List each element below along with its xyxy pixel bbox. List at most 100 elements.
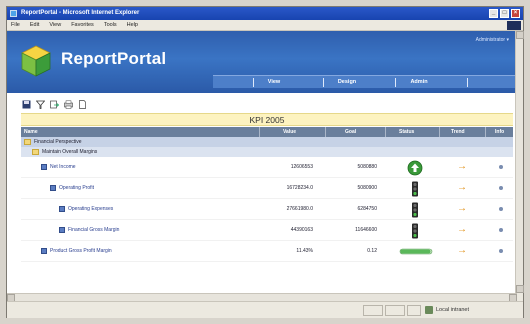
app-banner: ReportPortal Administrator ▾ View Design…	[7, 31, 517, 93]
intranet-zone-icon	[425, 306, 433, 314]
menu-bar: File Edit View Favorites Tools Help	[7, 20, 523, 31]
main-nav: View Design Admin	[213, 75, 517, 88]
user-menu[interactable]: Administrator ▾	[476, 37, 509, 43]
kpi-value: 44390163	[290, 227, 313, 233]
nav-separator	[323, 78, 324, 87]
filter-icon[interactable]	[35, 99, 45, 109]
info-icon[interactable]	[499, 228, 503, 232]
table-row[interactable]: Financial Gross Margin 44390163 11646600…	[21, 220, 513, 241]
group-label: Maintain Overall Margins	[42, 149, 98, 155]
minimize-button[interactable]: _	[489, 9, 498, 18]
kpi-icon	[59, 227, 65, 233]
nav-separator	[395, 78, 396, 87]
scroll-up-arrow-icon[interactable]	[516, 31, 524, 39]
scroll-down-arrow-icon[interactable]	[516, 285, 524, 293]
export-icon[interactable]	[49, 99, 59, 109]
menu-file[interactable]: File	[11, 20, 20, 30]
info-icon[interactable]	[499, 165, 503, 169]
vertical-scrollbar[interactable]	[515, 31, 524, 293]
browser-window: ReportPortal - Microsoft Internet Explor…	[6, 6, 524, 318]
trend-arrow-icon: →	[457, 224, 467, 235]
page-content: ReportPortal Administrator ▾ View Design…	[7, 31, 517, 293]
folder-icon	[32, 149, 39, 155]
ie-icon	[10, 10, 17, 17]
status-segment	[363, 305, 383, 316]
traffic-light-icon	[412, 181, 418, 197]
nav-admin[interactable]: Admin	[399, 76, 439, 89]
table-row[interactable]: Product Gross Profit Margin 11.43% 0.12 …	[21, 241, 513, 262]
kpi-name-link[interactable]: Operating Expenses	[68, 206, 113, 212]
app-name: ReportPortal	[61, 49, 167, 68]
kpi-name-link[interactable]: Product Gross Profit Margin	[50, 248, 112, 254]
trend-arrow-icon: →	[457, 161, 467, 172]
traffic-light-icon	[412, 202, 418, 218]
trend-arrow-icon: →	[457, 245, 467, 256]
group-row[interactable]: Financial Perspective	[21, 137, 513, 147]
status-up-arrow-icon	[407, 160, 423, 176]
menu-tools[interactable]: Tools	[104, 20, 117, 30]
table-header: Name Value Goal Status Trend Info	[21, 127, 513, 137]
subgroup-row[interactable]: Maintain Overall Margins	[21, 147, 513, 157]
column-header-goal[interactable]: Goal	[345, 127, 356, 137]
windows-logo-icon	[507, 21, 521, 30]
column-header-info[interactable]: Info	[495, 127, 504, 137]
kpi-icon	[41, 248, 47, 254]
kpi-value: 16728234.0	[286, 185, 313, 191]
kpi-name-link[interactable]: Net Income	[50, 164, 76, 170]
folder-icon	[24, 139, 31, 145]
info-icon[interactable]	[499, 249, 503, 253]
close-button[interactable]: ×	[511, 9, 520, 18]
menu-favorites[interactable]: Favorites	[71, 20, 94, 30]
kpi-name-link[interactable]: Operating Profit	[59, 185, 94, 191]
kpi-value: 11.43%	[296, 248, 313, 254]
maximize-button[interactable]: □	[500, 9, 509, 18]
trend-arrow-icon: →	[457, 182, 467, 193]
table-row[interactable]: Operating Expenses 27661980.0 6284750 →	[21, 199, 513, 220]
column-header-status[interactable]: Status	[399, 127, 414, 137]
new-document-icon[interactable]	[77, 99, 87, 109]
kpi-table: Name Value Goal Status Trend Info Financ…	[21, 127, 513, 262]
kpi-goal: 5080880	[357, 164, 377, 170]
kpi-goal: 11646600	[355, 227, 377, 233]
info-icon[interactable]	[499, 207, 503, 211]
print-icon[interactable]	[63, 99, 73, 109]
table-row[interactable]: Net Income 12606553 5080880 →	[21, 157, 513, 178]
column-header-value[interactable]: Value	[283, 127, 296, 137]
reportportal-logo-icon	[21, 45, 51, 77]
nav-design[interactable]: Design	[327, 76, 367, 89]
security-zone-label: Local intranet	[436, 307, 470, 313]
column-header-name[interactable]: Name	[24, 127, 38, 137]
save-icon[interactable]	[21, 99, 31, 109]
status-segment	[407, 305, 421, 316]
kpi-value: 12606553	[290, 164, 313, 170]
menu-view[interactable]: View	[49, 20, 61, 30]
kpi-goal: 0.12	[367, 248, 377, 254]
menu-edit[interactable]: Edit	[30, 20, 39, 30]
kpi-goal: 5080900	[357, 185, 377, 191]
kpi-icon	[41, 164, 47, 170]
traffic-light-icon	[412, 223, 418, 239]
horizontal-scrollbar[interactable]	[7, 293, 517, 302]
menu-help[interactable]: Help	[127, 20, 138, 30]
nav-separator	[253, 78, 254, 87]
kpi-icon	[59, 206, 65, 212]
group-label: Financial Perspective	[34, 139, 82, 145]
kpi-icon	[50, 185, 56, 191]
kpi-name-link[interactable]: Financial Gross Margin	[68, 227, 119, 233]
security-zone: Local intranet	[425, 306, 469, 314]
column-header-trend[interactable]: Trend	[451, 127, 465, 137]
kpi-value: 27661980.0	[286, 206, 313, 212]
kpi-goal: 6284750	[357, 206, 377, 212]
window-titlebar: ReportPortal - Microsoft Internet Explor…	[7, 7, 523, 20]
status-bar: Local intranet	[7, 301, 523, 318]
trend-arrow-icon: →	[457, 203, 467, 214]
report-title: KPI 2005	[21, 113, 513, 126]
window-title: ReportPortal - Microsoft Internet Explor…	[21, 10, 140, 16]
nav-separator	[467, 78, 468, 87]
info-icon[interactable]	[499, 186, 503, 190]
nav-view[interactable]: View	[257, 76, 291, 89]
report-toolbar	[21, 99, 87, 109]
status-progress-bar	[399, 248, 433, 255]
table-row[interactable]: Operating Profit 16728234.0 5080900 →	[21, 178, 513, 199]
status-segment	[385, 305, 405, 316]
